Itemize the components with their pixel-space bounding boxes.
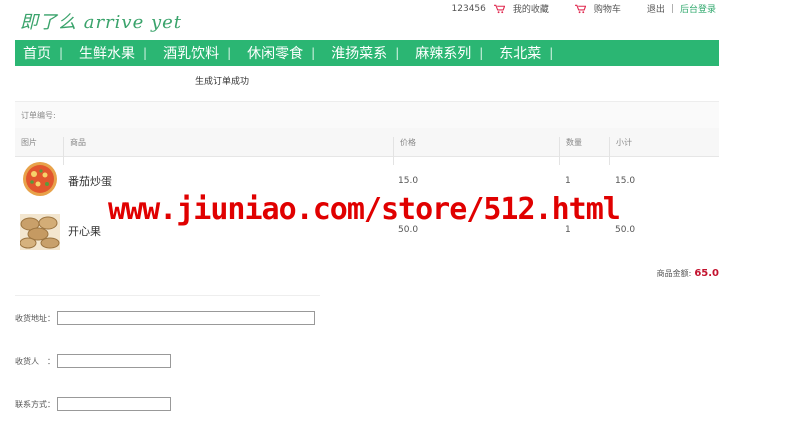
nav-item-huaiyang[interactable]: 淮扬菜系 |: [323, 43, 407, 63]
watermark-text: www.jiuniao.com/store/512.html: [108, 192, 621, 227]
admin-login-link[interactable]: 后台登录: [680, 2, 716, 15]
header-product: 商品: [70, 138, 86, 147]
cart-icon: [493, 4, 505, 13]
username[interactable]: 123456: [452, 4, 486, 14]
total-amount: 65.0: [694, 268, 719, 279]
nav-item-dongbei[interactable]: 东北菜 |: [491, 43, 561, 63]
order-number-label: 订单编号:: [21, 111, 56, 120]
address-input[interactable]: [57, 311, 315, 325]
order-total: 商品金额: 65.0: [657, 268, 719, 279]
section-divider: [15, 295, 320, 296]
product-price: 15.0: [398, 176, 419, 186]
order-success-message: 生成订单成功: [195, 77, 250, 87]
nav-item-spicy[interactable]: 麻辣系列 |: [407, 43, 491, 63]
contact-label: 联系方式：: [15, 399, 55, 409]
product-name[interactable]: 番茄炒蛋: [68, 173, 112, 189]
product-subtotal: 15.0: [615, 176, 636, 186]
address-row: 收货地址：: [15, 311, 315, 325]
product-name[interactable]: 开心果: [68, 223, 101, 239]
separator: |: [670, 3, 674, 14]
top-user-bar: 123456 我的收藏 购物车 退出 | 后台登录: [452, 2, 716, 16]
nav-item-snacks[interactable]: 休闲零食 |: [239, 43, 323, 63]
header-quantity: 数量: [566, 138, 582, 147]
pizza-image[interactable]: [20, 160, 60, 196]
main-nav: 首页 | 生鲜水果 | 酒乳饮料 | 休闲零食 | 淮扬菜系 | 麻辣系列 | 东北菜 |: [15, 40, 719, 66]
header-price: 价格: [400, 138, 416, 147]
site-logo[interactable]: 即了么 arrive yet: [20, 8, 182, 34]
product-quantity: 1: [565, 176, 571, 186]
total-label: 商品金额:: [656, 269, 692, 278]
receiver-row: 收货人 ：: [15, 354, 171, 368]
logout-link[interactable]: 退出: [647, 2, 665, 15]
nav-item-drinks[interactable]: 酒乳饮料 |: [155, 43, 239, 63]
cart-icon: [574, 4, 586, 13]
favorites-link[interactable]: 我的收藏: [513, 2, 549, 15]
nav-item-home[interactable]: 首页 |: [15, 43, 71, 63]
order-number-bar: 订单编号:: [15, 101, 719, 129]
receiver-input[interactable]: [57, 354, 171, 368]
pistachio-image[interactable]: [20, 214, 60, 250]
nav-item-fresh-fruit[interactable]: 生鲜水果 |: [71, 43, 155, 63]
contact-row: 联系方式：: [15, 397, 171, 411]
contact-input[interactable]: [57, 397, 171, 411]
table-header: 图片 商品 价格 数量 小计: [15, 128, 719, 165]
header-image: 图片: [21, 138, 37, 147]
receiver-label: 收货人 ：: [15, 356, 55, 366]
header-subtotal: 小计: [616, 138, 632, 147]
address-label: 收货地址：: [15, 313, 55, 323]
cart-link[interactable]: 购物车: [594, 2, 621, 15]
